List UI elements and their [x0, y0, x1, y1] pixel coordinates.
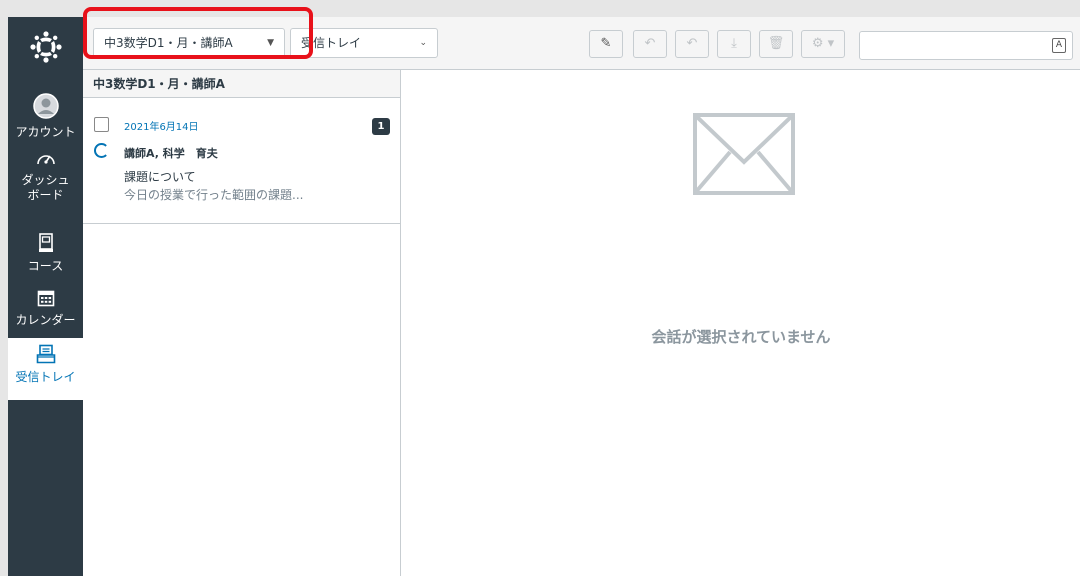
unread-indicator-icon[interactable]: [94, 143, 109, 158]
message-count-badge: 1: [372, 118, 390, 135]
inbox-icon: [8, 344, 83, 368]
mailbox-filter-value: 受信トレイ: [301, 36, 362, 50]
nav-dashboard[interactable]: ダッシュ ボード: [8, 149, 83, 203]
conversation-checkbox[interactable]: [94, 117, 109, 132]
reply-all-icon: ↶: [686, 36, 698, 51]
address-book-icon[interactable]: A: [1052, 38, 1066, 53]
nav-courses-label: コース: [27, 259, 64, 273]
account-icon: [8, 93, 83, 123]
app-frame: アカウント ダッシュ ボード コース カレンダー 受信トレイ 中3数学D1・月・…: [0, 0, 1080, 576]
envelope-icon: [692, 112, 796, 200]
inbox-main: 中3数学D1・月・講師A ▼ 受信トレイ ⌄ ✎ ↶ ↶ ⤓ 🗑 ⚙ ▾ A 中…: [83, 7, 1080, 576]
conversation-list: 中3数学D1・月・講師A 2021年6月14日 1 講師A, 科学 育夫 課題に…: [83, 70, 401, 576]
nav-account-label: アカウント: [15, 125, 76, 139]
gear-icon: ⚙ ▾: [811, 36, 835, 51]
no-conversation-message: 会話が選択されていません: [651, 328, 831, 346]
archive-button[interactable]: ⤓: [717, 30, 751, 58]
dashboard-icon: [8, 149, 83, 171]
canvas-logo-icon[interactable]: [28, 29, 64, 65]
message-detail: 会話が選択されていません: [402, 70, 1080, 576]
nav-account[interactable]: アカウント: [8, 93, 83, 140]
settings-button[interactable]: ⚙ ▾: [801, 30, 845, 58]
courses-icon: [8, 233, 83, 257]
mailbox-filter-select[interactable]: 受信トレイ ⌄: [290, 28, 438, 58]
nav-calendar-label: カレンダー: [15, 313, 76, 327]
course-filter-select[interactable]: 中3数学D1・月・講師A ▼: [93, 28, 285, 58]
reply-icon: ↶: [644, 36, 656, 51]
reply-button[interactable]: ↶: [633, 30, 667, 58]
search-input[interactable]: A: [859, 31, 1073, 60]
conversation-subject: 課題について: [124, 170, 196, 184]
nav-inbox[interactable]: 受信トレイ: [8, 338, 83, 400]
chevron-down-icon: ▼: [267, 38, 274, 48]
calendar-icon: [8, 289, 83, 311]
nav-courses[interactable]: コース: [8, 233, 83, 274]
global-navigation: アカウント ダッシュ ボード コース カレンダー 受信トレイ: [8, 17, 83, 576]
reply-all-button[interactable]: ↶: [675, 30, 709, 58]
list-header: 中3数学D1・月・講師A: [83, 70, 400, 98]
conversation-preview: 今日の授業で行った範囲の課題...: [124, 188, 304, 202]
course-filter-value: 中3数学D1・月・講師A: [104, 36, 233, 50]
compose-icon: ✎: [600, 36, 612, 51]
inbox-toolbar: 中3数学D1・月・講師A ▼ 受信トレイ ⌄ ✎ ↶ ↶ ⤓ 🗑 ⚙ ▾ A: [83, 7, 1080, 70]
compose-button[interactable]: ✎: [589, 30, 623, 58]
nav-dashboard-label-1: ダッシュ: [21, 173, 70, 187]
chevron-down-icon: ⌄: [419, 38, 427, 48]
conversation-sender: 講師A, 科学 育夫: [124, 147, 218, 160]
nav-calendar[interactable]: カレンダー: [8, 289, 83, 328]
archive-icon: ⤓: [731, 36, 737, 51]
nav-dashboard-label-2: ボード: [27, 188, 64, 202]
delete-button[interactable]: 🗑: [759, 30, 793, 58]
conversation-item[interactable]: 2021年6月14日 1 講師A, 科学 育夫 課題について 今日の授業で行った…: [83, 98, 400, 224]
trash-icon: 🗑: [767, 36, 785, 51]
nav-inbox-label: 受信トレイ: [15, 370, 76, 384]
conversation-date: 2021年6月14日: [124, 122, 199, 133]
